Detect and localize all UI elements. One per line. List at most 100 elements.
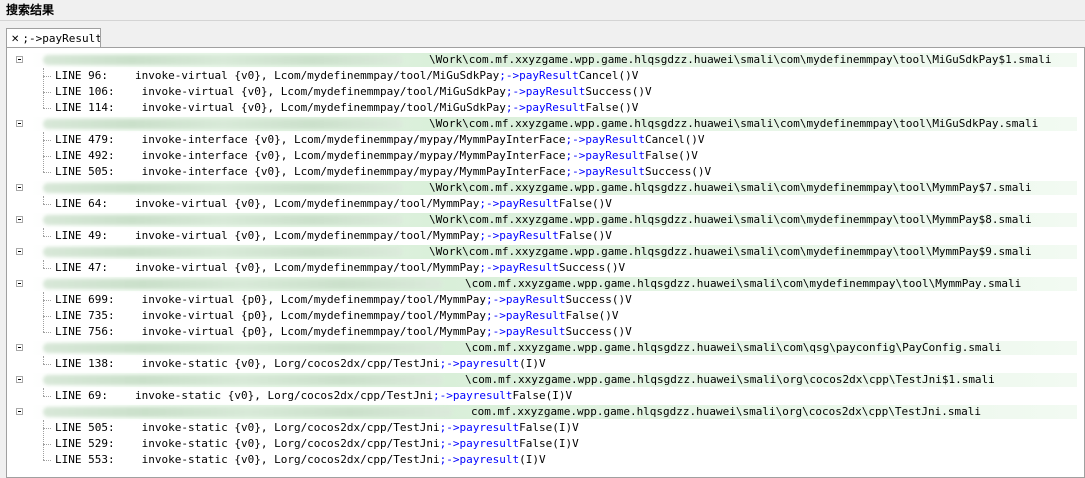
result-item[interactable]: LINE 114: invoke-virtual {v0}, Lcom/myde…: [7, 100, 1080, 116]
result-text: LINE 553: invoke-static {v0}, Lorg/cocos…: [55, 452, 546, 468]
code-suffix: (I)V: [519, 453, 546, 466]
result-text: LINE 49: invoke-virtual {v0}, Lcom/mydefi…: [55, 228, 612, 244]
tree-branch: [43, 204, 51, 205]
tree-branch: [43, 396, 51, 397]
redacted-path-prefix: [43, 215, 403, 225]
file-node[interactable]: \Work\com.mf.xxyzgame.wpp.game.hlqsgdzz.…: [7, 52, 1080, 68]
code-suffix: False()V: [558, 229, 612, 242]
tree-branch: [43, 300, 51, 301]
tree-branch: [43, 428, 51, 429]
result-text: LINE 699: invoke-virtual {p0}, Lcom/myde…: [55, 292, 632, 308]
collapse-icon[interactable]: [16, 184, 23, 191]
tree-branch: [43, 76, 51, 77]
result-item[interactable]: LINE 69: invoke-static {v0}, Lorg/cocos2d…: [7, 388, 1080, 404]
collapse-icon[interactable]: [16, 344, 23, 351]
result-item[interactable]: LINE 735: invoke-virtual {p0}, Lcom/myde…: [7, 308, 1080, 324]
result-text: LINE 114: invoke-virtual {v0}, Lcom/myde…: [55, 100, 638, 116]
result-text: LINE 64: invoke-virtual {v0}, Lcom/mydefi…: [55, 196, 612, 212]
line-number: LINE 96:: [55, 69, 108, 82]
result-item[interactable]: LINE 553: invoke-static {v0}, Lorg/cocos…: [7, 452, 1080, 468]
search-match: ;->payresult: [439, 357, 520, 370]
search-match: ;->payResult: [565, 133, 645, 146]
redacted-path-prefix: [43, 375, 443, 385]
collapse-icon[interactable]: [16, 120, 23, 127]
line-number: LINE 106:: [55, 85, 115, 98]
result-item[interactable]: LINE 138: invoke-static {v0}, Lorg/cocos…: [7, 356, 1080, 372]
tree-branch: [43, 236, 51, 237]
code-suffix: False(I)V: [519, 421, 579, 434]
code-prefix: invoke-interface {v0}, Lcom/mydefinemmpa…: [135, 149, 566, 162]
code-prefix: invoke-virtual {p0}, Lcom/mydefinemmpay/…: [135, 293, 486, 306]
search-match: ;->payresult: [439, 437, 520, 450]
result-item[interactable]: LINE 49: invoke-virtual {v0}, Lcom/mydefi…: [7, 228, 1080, 244]
code-suffix: False()V: [585, 101, 639, 114]
search-match: ;->payresult: [439, 453, 520, 466]
collapse-icon[interactable]: [16, 280, 23, 287]
tree-branch: [43, 332, 51, 333]
code-prefix: invoke-static {v0}, Lorg/cocos2dx/cpp/Te…: [135, 421, 440, 434]
search-match: ;->payResult: [479, 229, 559, 242]
line-number: LINE 505:: [55, 165, 115, 178]
code-prefix: invoke-static {v0}, Lorg/cocos2dx/cpp/Te…: [135, 437, 440, 450]
tree-branch: [43, 316, 51, 317]
file-node[interactable]: \com.mf.xxyzgame.wpp.game.hlqsgdzz.huawe…: [7, 340, 1080, 356]
file-node[interactable]: \com.mf.xxyzgame.wpp.game.hlqsgdzz.huawe…: [7, 276, 1080, 292]
result-item[interactable]: LINE 505: invoke-interface {v0}, Lcom/my…: [7, 164, 1080, 180]
result-text: LINE 492: invoke-interface {v0}, Lcom/my…: [55, 148, 698, 164]
result-text: LINE 138: invoke-static {v0}, Lorg/cocos…: [55, 356, 546, 372]
tree-branch: [43, 92, 51, 93]
result-item[interactable]: LINE 492: invoke-interface {v0}, Lcom/my…: [7, 148, 1080, 164]
file-node[interactable]: \com.mf.xxyzgame.wpp.game.hlqsgdzz.huawe…: [7, 372, 1080, 388]
tab-label: ;->payResult: [22, 32, 101, 45]
code-suffix: Success()V: [585, 85, 652, 98]
result-item[interactable]: LINE 505: invoke-static {v0}, Lorg/cocos…: [7, 420, 1080, 436]
result-item[interactable]: LINE 96: invoke-virtual {v0}, Lcom/mydefi…: [7, 68, 1080, 84]
search-match: ;->payResult: [479, 261, 559, 274]
result-item[interactable]: LINE 106: invoke-virtual {v0}, Lcom/myde…: [7, 84, 1080, 100]
code-prefix: invoke-virtual {p0}, Lcom/mydefinemmpay/…: [135, 309, 486, 322]
search-match: ;->payresult: [439, 421, 520, 434]
file-node[interactable]: \Work\com.mf.xxyzgame.wpp.game.hlqsgdzz.…: [7, 116, 1080, 132]
code-suffix: Cancel()V: [644, 133, 705, 146]
collapse-icon[interactable]: [16, 216, 23, 223]
code-suffix: Success()V: [558, 261, 626, 274]
close-icon[interactable]: ✕: [11, 34, 19, 45]
search-match: ;->payResult: [499, 69, 579, 82]
code-suffix: Success()V: [565, 325, 632, 338]
code-suffix: False(I)V: [512, 389, 573, 402]
collapse-icon[interactable]: [16, 248, 23, 255]
result-item[interactable]: LINE 47: invoke-virtual {v0}, Lcom/mydefi…: [7, 260, 1080, 276]
tab-search-result[interactable]: ✕ ;->payResult: [6, 28, 101, 48]
result-item[interactable]: LINE 479: invoke-interface {v0}, Lcom/my…: [7, 132, 1080, 148]
result-item[interactable]: LINE 529: invoke-static {v0}, Lorg/cocos…: [7, 436, 1080, 452]
file-path: \Work\com.mf.xxyzgame.wpp.game.hlqsgdzz.…: [429, 181, 1032, 194]
result-item[interactable]: LINE 699: invoke-virtual {p0}, Lcom/myde…: [7, 292, 1080, 308]
redacted-path-prefix: [43, 55, 403, 65]
code-prefix: invoke-static {v0}, Lorg/cocos2dx/cpp/Te…: [135, 453, 440, 466]
collapse-icon[interactable]: [16, 56, 23, 63]
redacted-path-prefix: [43, 247, 403, 257]
collapse-icon[interactable]: [16, 408, 23, 415]
file-node[interactable]: com.mf.xxyzgame.wpp.game.hlqsgdzz.huawei…: [7, 404, 1080, 420]
result-text: LINE 756: invoke-virtual {p0}, Lcom/myde…: [55, 324, 632, 340]
redacted-path-prefix: [43, 343, 443, 353]
search-results-tree[interactable]: \Work\com.mf.xxyzgame.wpp.game.hlqsgdzz.…: [6, 47, 1085, 478]
collapse-icon[interactable]: [16, 376, 23, 383]
tree-branch: [43, 156, 51, 157]
line-number: LINE 138:: [55, 357, 115, 370]
result-text: LINE 106: invoke-virtual {v0}, Lcom/myde…: [55, 84, 652, 100]
search-match: ;->payResult: [486, 293, 566, 306]
result-item[interactable]: LINE 756: invoke-virtual {p0}, Lcom/myde…: [7, 324, 1080, 340]
file-node[interactable]: \Work\com.mf.xxyzgame.wpp.game.hlqsgdzz.…: [7, 180, 1080, 196]
file-node[interactable]: \Work\com.mf.xxyzgame.wpp.game.hlqsgdzz.…: [7, 212, 1080, 228]
tree-branch: [43, 460, 51, 461]
file-path: \com.mf.xxyzgame.wpp.game.hlqsgdzz.huawe…: [465, 341, 1002, 354]
line-number: LINE 492:: [55, 149, 115, 162]
file-node[interactable]: \Work\com.mf.xxyzgame.wpp.game.hlqsgdzz.…: [7, 244, 1080, 260]
code-suffix: False()V: [558, 197, 612, 210]
tree-branch: [43, 140, 51, 141]
result-item[interactable]: LINE 64: invoke-virtual {v0}, Lcom/mydefi…: [7, 196, 1080, 212]
code-prefix: invoke-virtual {v0}, Lcom/mydefinemmpay/…: [135, 261, 480, 274]
search-match: ;->payResult: [565, 165, 645, 178]
line-number: LINE 64:: [55, 197, 108, 210]
